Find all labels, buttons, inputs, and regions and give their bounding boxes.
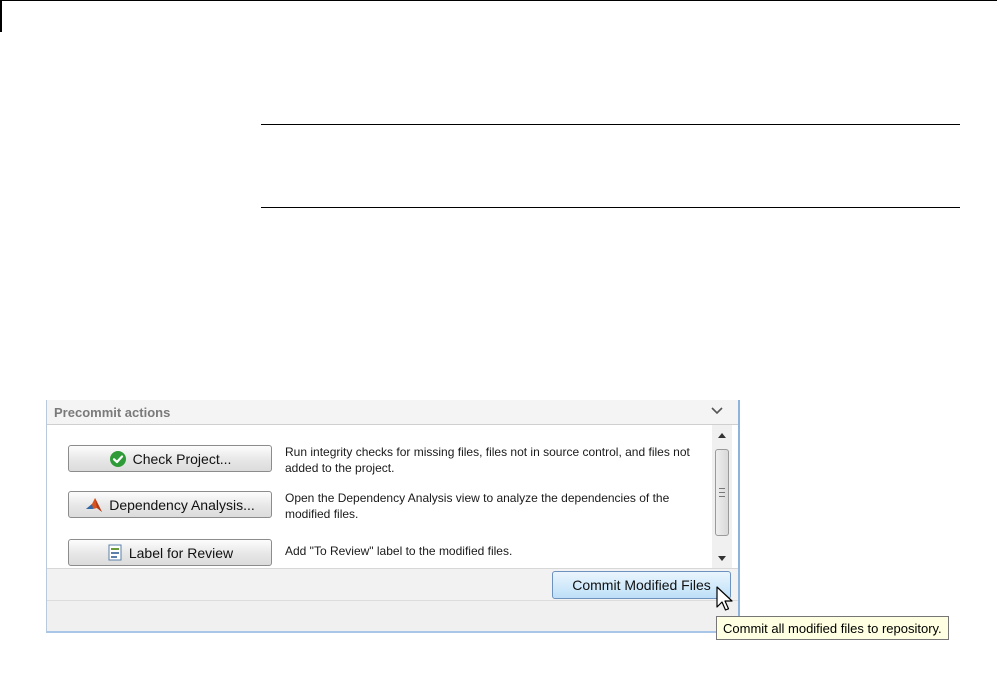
scroll-up-icon[interactable] (716, 430, 728, 440)
check-project-label: Check Project... (132, 450, 232, 467)
commit-modified-files-button[interactable]: Commit Modified Files (552, 571, 731, 599)
scroll-down-icon[interactable] (716, 553, 728, 563)
page-top-rule (0, 0, 997, 1)
label-for-review-button[interactable]: Label for Review (68, 539, 272, 566)
chevron-down-icon[interactable] (710, 404, 724, 418)
page-left-tick (0, 0, 2, 32)
note-bottom-rule (261, 207, 960, 208)
status-bar (47, 600, 738, 631)
precommit-panel: Precommit actions Check Project... Run i… (46, 400, 740, 633)
check-project-description: Run integrity checks for missing files, … (285, 445, 690, 475)
note-top-rule (261, 124, 960, 125)
dependency-analysis-button[interactable]: Dependency Analysis... (68, 491, 272, 518)
label-for-review-description: Add "To Review" label to the modified fi… (285, 544, 513, 558)
precommit-section-header[interactable]: Precommit actions (47, 400, 738, 425)
vertical-scrollbar[interactable] (712, 425, 732, 568)
green-check-icon (109, 450, 127, 468)
label-icon (107, 544, 123, 561)
section-title: Precommit actions (54, 405, 171, 420)
check-project-button[interactable]: Check Project... (68, 445, 272, 472)
commit-tooltip: Commit all modified files to repository. (716, 616, 949, 640)
action-row-check-project: Check Project... Run integrity checks fo… (68, 445, 708, 485)
actions-list: Check Project... Run integrity checks fo… (47, 425, 738, 569)
dependency-analysis-label: Dependency Analysis... (109, 496, 255, 513)
mouse-pointer-icon (716, 586, 733, 611)
scroll-thumb[interactable] (715, 449, 729, 536)
grip-icon (719, 488, 725, 497)
label-for-review-label: Label for Review (128, 544, 234, 561)
action-row-dependency-analysis: Dependency Analysis... Open the Dependen… (68, 491, 708, 531)
dependency-analysis-description: Open the Dependency Analysis view to ana… (285, 491, 670, 521)
matlab-logo-icon (85, 497, 103, 513)
